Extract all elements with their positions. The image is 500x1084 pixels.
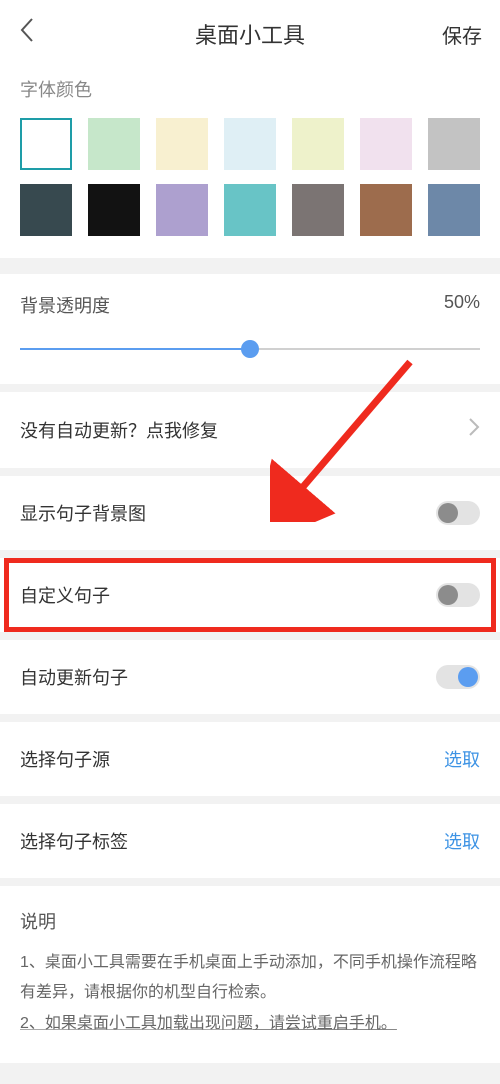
color-swatch[interactable] xyxy=(428,118,480,170)
color-swatch[interactable] xyxy=(156,118,208,170)
separator xyxy=(0,796,500,804)
separator xyxy=(0,714,500,722)
chevron-left-icon xyxy=(18,16,36,44)
color-swatch[interactable] xyxy=(292,184,344,236)
separator xyxy=(0,258,500,274)
toggle-knob xyxy=(458,667,478,687)
color-swatch[interactable] xyxy=(224,118,276,170)
source-label: 选择句子源 xyxy=(20,746,110,772)
tags-select[interactable]: 选取 xyxy=(444,828,480,854)
auto-update-row: 自动更新句子 xyxy=(0,640,500,714)
instructions-title: 说明 xyxy=(0,886,500,948)
instruction-line-1: 1、桌面小工具需要在手机桌面上手动添加，不同手机操作流程略有差异，请根据你的机型… xyxy=(20,948,480,1009)
opacity-section: 背景透明度 50% xyxy=(0,274,500,384)
color-swatch[interactable] xyxy=(20,184,72,236)
chevron-right-icon xyxy=(468,417,480,443)
tags-label: 选择句子标签 xyxy=(20,828,128,854)
opacity-value: 50% xyxy=(444,292,480,318)
color-swatch[interactable] xyxy=(20,118,72,170)
tags-row[interactable]: 选择句子标签 选取 xyxy=(0,804,500,878)
slider-thumb[interactable] xyxy=(241,340,259,358)
color-swatch[interactable] xyxy=(88,118,140,170)
color-swatch[interactable] xyxy=(360,118,412,170)
custom-label: 自定义句子 xyxy=(20,582,110,608)
page-title: 桌面小工具 xyxy=(0,18,500,50)
instructions-body: 1、桌面小工具需要在手机桌面上手动添加，不同手机操作流程略有差异，请根据你的机型… xyxy=(0,948,500,1063)
save-button[interactable]: 保存 xyxy=(442,20,482,49)
separator xyxy=(0,550,500,558)
separator xyxy=(0,878,500,886)
auto-update-label: 自动更新句子 xyxy=(20,664,128,690)
auto-update-toggle[interactable] xyxy=(436,665,480,689)
color-swatch[interactable] xyxy=(292,118,344,170)
repair-label: 没有自动更新？点我修复 xyxy=(20,417,218,443)
instruction-line-2: 2、如果桌面小工具加载出现问题，请尝试重启手机。 xyxy=(20,1009,480,1039)
header: 桌面小工具 保存 xyxy=(0,0,500,68)
show-bg-toggle[interactable] xyxy=(436,501,480,525)
toggle-knob xyxy=(438,585,458,605)
color-swatch[interactable] xyxy=(224,184,276,236)
custom-toggle[interactable] xyxy=(436,583,480,607)
source-select[interactable]: 选取 xyxy=(444,746,480,772)
instructions-section: 说明 1、桌面小工具需要在手机桌面上手动添加，不同手机操作流程略有差异，请根据你… xyxy=(0,886,500,1063)
toggle-knob xyxy=(438,503,458,523)
color-swatch[interactable] xyxy=(360,184,412,236)
color-swatch[interactable] xyxy=(88,184,140,236)
source-row[interactable]: 选择句子源 选取 xyxy=(0,722,500,796)
separator xyxy=(0,468,500,476)
opacity-slider[interactable] xyxy=(20,340,480,358)
highlight-box: 自定义句子 xyxy=(0,558,500,632)
custom-row: 自定义句子 xyxy=(0,558,500,632)
font-color-label: 字体颜色 xyxy=(0,68,500,110)
separator xyxy=(0,384,500,392)
show-bg-label: 显示句子背景图 xyxy=(20,500,146,526)
color-grid xyxy=(0,110,500,258)
opacity-label: 背景透明度 xyxy=(20,292,110,318)
show-bg-row: 显示句子背景图 xyxy=(0,476,500,550)
repair-row[interactable]: 没有自动更新？点我修复 xyxy=(0,392,500,468)
back-button[interactable] xyxy=(18,16,48,52)
color-swatch[interactable] xyxy=(428,184,480,236)
color-swatch[interactable] xyxy=(156,184,208,236)
font-color-section: 字体颜色 xyxy=(0,68,500,258)
slider-fill xyxy=(20,348,250,350)
separator xyxy=(0,632,500,640)
